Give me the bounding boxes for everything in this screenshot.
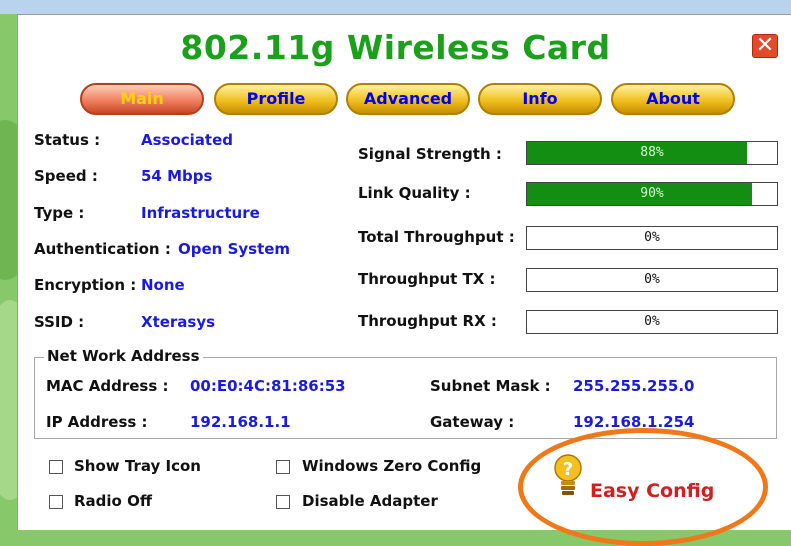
window-title: 802.11g Wireless Card [180,28,611,67]
meter-text: 0% [644,230,660,245]
windows-zero-config-checkbox[interactable] [276,460,290,474]
signal-strength-meter: 88% [526,141,778,165]
show-tray-icon-checkbox[interactable] [49,460,63,474]
total-throughput-meter: 0% [526,226,778,250]
meter-text: 0% [644,314,660,329]
status-value: Associated [141,131,234,149]
throughput-tx-label: Throughput TX : [358,270,496,288]
lightbulb-question-icon: ? [554,454,582,495]
gateway-label: Gateway : [430,413,515,431]
close-button[interactable]: ✕ [752,34,778,58]
total-throughput-label: Total Throughput : [358,228,515,246]
radio-off-label[interactable]: Radio Off [74,492,152,510]
encryption-value: None [141,276,185,294]
subnet-mask-value: 255.255.255.0 [573,377,695,395]
easy-config-label: Easy Config [590,480,715,502]
encryption-label: Encryption : [34,276,137,294]
type-value: Infrastructure [141,204,260,222]
tab-advanced[interactable]: Advanced [346,83,470,115]
gateway-value: 192.168.1.254 [573,413,695,431]
disable-adapter-checkbox[interactable] [276,495,290,509]
throughput-tx-meter: 0% [526,268,778,292]
meter-text: 0% [644,272,660,287]
radio-off-checkbox[interactable] [49,495,63,509]
ip-address-value: 192.168.1.1 [190,413,291,431]
status-label: Status : [34,131,101,149]
tab-main[interactable]: Main [80,83,204,115]
meter-text: 88% [640,145,664,160]
link-quality-label: Link Quality : [358,184,471,202]
disable-adapter-label[interactable]: Disable Adapter [302,492,438,510]
ip-address-label: IP Address : [46,413,148,431]
link-quality-meter: 90% [526,182,778,206]
subnet-mask-label: Subnet Mask : [430,377,551,395]
desktop-background-top [0,0,791,14]
type-label: Type : [34,204,85,222]
authentication-value: Open System [178,240,291,258]
mac-address-value: 00:E0:4C:81:86:53 [190,377,346,395]
network-address-legend: Net Work Address [44,347,203,365]
tab-about[interactable]: About [611,83,735,115]
ssid-label: SSID : [34,313,85,331]
meter-text: 90% [640,186,664,201]
show-tray-icon-label[interactable]: Show Tray Icon [74,457,201,475]
signal-strength-label: Signal Strength : [358,145,502,163]
throughput-rx-label: Throughput RX : [358,312,497,330]
tab-info[interactable]: Info [478,83,602,115]
authentication-label: Authentication : [34,240,171,258]
speed-value: 54 Mbps [141,167,213,185]
tab-profile[interactable]: Profile [214,83,338,115]
mac-address-label: MAC Address : [46,377,169,395]
windows-zero-config-label[interactable]: Windows Zero Config [302,457,481,475]
easy-config-button[interactable]: ? Easy Config [548,446,748,510]
ssid-value: Xterasys [141,313,216,331]
throughput-rx-meter: 0% [526,310,778,334]
svg-text:?: ? [563,459,573,480]
speed-label: Speed : [34,167,98,185]
